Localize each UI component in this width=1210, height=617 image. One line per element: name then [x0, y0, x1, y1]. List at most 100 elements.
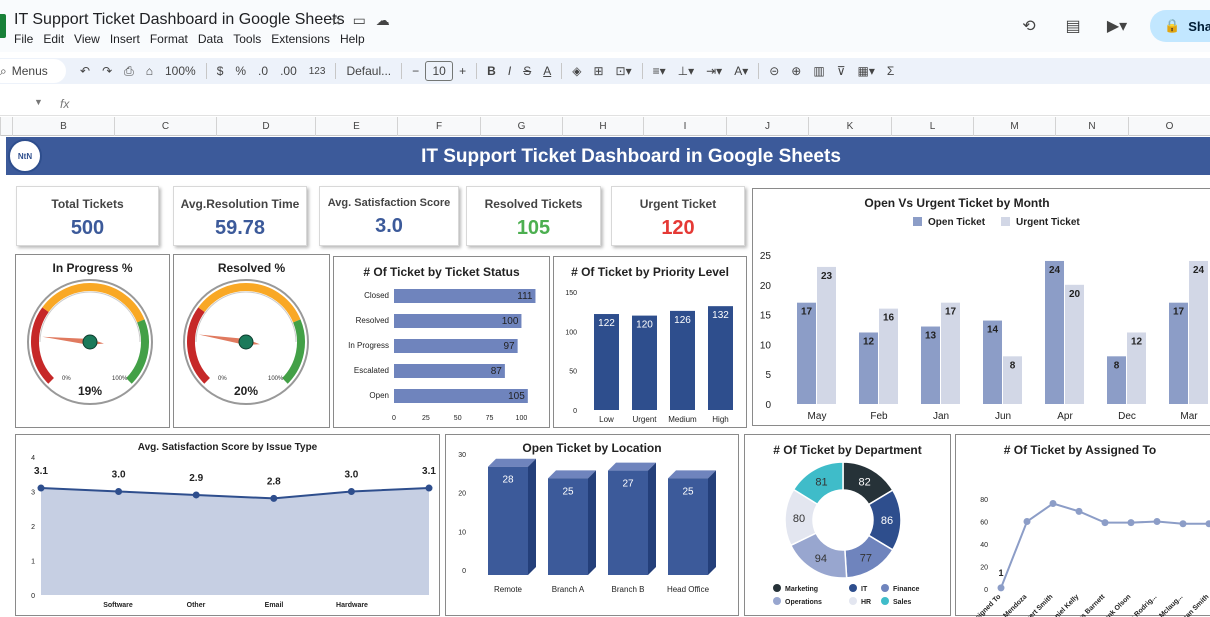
kpi-resolved-tickets[interactable]: Resolved Tickets 105: [466, 186, 601, 246]
bar-category-label: Low: [599, 415, 614, 424]
bar-category-label: Branch A: [552, 585, 585, 594]
column-header-k[interactable]: K: [808, 117, 891, 136]
meet-video-icon[interactable]: ▶▾: [1106, 15, 1128, 37]
column-header-m[interactable]: M: [973, 117, 1055, 136]
data-label: 2.8: [267, 476, 281, 487]
bar-value-label: 25: [562, 486, 574, 497]
currency-format-button[interactable]: $: [211, 64, 230, 78]
column-header-h[interactable]: H: [562, 117, 643, 136]
share-button[interactable]: 🔒 Sha: [1150, 10, 1210, 42]
more-formats-button[interactable]: 123: [303, 66, 332, 77]
axis-category-label: May: [808, 411, 827, 422]
bar-value-label: 12: [1131, 336, 1143, 347]
filter-views-icon[interactable]: ▦▾: [851, 64, 880, 78]
column-header-o[interactable]: O: [1128, 117, 1210, 136]
merge-cells-icon[interactable]: ⊡▾: [610, 64, 638, 78]
bar-top: [608, 463, 656, 471]
insert-comment-icon[interactable]: ⊕: [785, 64, 807, 78]
text-rotation-icon[interactable]: A▾: [728, 64, 754, 78]
increase-font-size-icon[interactable]: +: [453, 64, 472, 78]
decrease-font-size-icon[interactable]: −: [406, 64, 425, 78]
column-header-d[interactable]: D: [216, 117, 315, 136]
sheets-logo-icon[interactable]: [0, 14, 6, 38]
column-header-n[interactable]: N: [1055, 117, 1128, 136]
menus-search[interactable]: ⌕ Menus: [0, 59, 66, 83]
menu-edit[interactable]: Edit: [43, 32, 64, 46]
move-folder-icon[interactable]: ▭: [353, 12, 366, 29]
column-header-g[interactable]: G: [480, 117, 562, 136]
insert-chart-icon[interactable]: ▥: [807, 64, 830, 78]
legend-label: Marketing: [785, 586, 818, 593]
chart-title: In Progress %: [16, 261, 169, 275]
sheet-grid[interactable]: NtN IT Support Ticket Dashboard in Googl…: [0, 136, 1210, 616]
menu-file[interactable]: File: [14, 32, 33, 46]
legend-label: IT: [861, 586, 868, 593]
menu-insert[interactable]: Insert: [110, 32, 140, 46]
column-header-e[interactable]: E: [315, 117, 397, 136]
star-icon[interactable]: ☆: [330, 12, 343, 29]
kpi-avg-satisfaction-score[interactable]: Avg. Satisfaction Score 3.0: [319, 186, 459, 246]
text-color-icon[interactable]: A: [537, 64, 557, 78]
title-bar: IT Support Ticket Dashboard in Google Sh…: [0, 0, 1210, 52]
column-header-l[interactable]: L: [891, 117, 973, 136]
column-headers: BCDEFGHIJKLMNO: [0, 117, 1210, 136]
cloud-status-icon[interactable]: ☁: [376, 12, 390, 29]
name-box-dropdown-icon[interactable]: ▼: [34, 97, 43, 107]
slice-value-label: 82: [859, 477, 871, 489]
increase-decimal-button[interactable]: .00: [274, 64, 303, 78]
column-header-i[interactable]: I: [643, 117, 726, 136]
italic-button[interactable]: I: [502, 64, 517, 78]
bold-button[interactable]: B: [481, 64, 502, 78]
chart-in-progress-gauge[interactable]: In Progress % 0%100%19%: [15, 254, 170, 428]
select-all-corner[interactable]: [0, 117, 12, 136]
document-title[interactable]: IT Support Ticket Dashboard in Google Sh…: [14, 11, 345, 29]
chart-ticket-status[interactable]: # Of Ticket by Ticket Status Closed111Re…: [333, 256, 550, 428]
functions-button[interactable]: Σ: [881, 64, 900, 78]
bar-category-label: Branch B: [612, 585, 645, 594]
comments-icon[interactable]: ▤: [1062, 15, 1084, 37]
fill-color-icon[interactable]: ◈: [566, 64, 587, 78]
version-history-icon[interactable]: ⟲: [1018, 15, 1040, 37]
chart-by-department[interactable]: # Of Ticket by Department 828677948081Ma…: [744, 434, 951, 616]
zoom-select[interactable]: 100%: [159, 64, 202, 78]
paint-format-icon[interactable]: ⌂: [140, 64, 159, 78]
menu-extensions[interactable]: Extensions: [271, 32, 330, 46]
column-header-c[interactable]: C: [114, 117, 216, 136]
menu-format[interactable]: Format: [150, 32, 188, 46]
kpi-urgent-ticket[interactable]: Urgent Ticket 120: [611, 186, 745, 246]
vertical-align-icon[interactable]: ⊥▾: [672, 64, 700, 78]
insert-link-icon[interactable]: ⊝: [763, 64, 785, 78]
kpi-avg-resolution-time[interactable]: Avg.Resolution Time 59.78: [173, 186, 307, 246]
chart-title: Resolved %: [174, 261, 329, 275]
data-point: [270, 495, 277, 502]
font-size-input[interactable]: 10: [425, 61, 453, 81]
horizontal-align-icon[interactable]: ≡▾: [647, 64, 672, 78]
column-header-b[interactable]: B: [12, 117, 114, 136]
filter-icon[interactable]: ⊽: [831, 64, 852, 78]
slice-value-label: 77: [860, 553, 872, 565]
menu-view[interactable]: View: [74, 32, 100, 46]
undo-icon[interactable]: ↶: [74, 64, 96, 78]
kpi-value: 59.78: [174, 217, 306, 240]
percent-format-button[interactable]: %: [229, 64, 252, 78]
borders-icon[interactable]: ⊞: [587, 64, 609, 78]
menu-help[interactable]: Help: [340, 32, 365, 46]
kpi-total-tickets[interactable]: Total Tickets 500: [16, 186, 159, 246]
font-select[interactable]: Defaul...: [340, 64, 397, 78]
strikethrough-icon[interactable]: S: [517, 64, 537, 78]
chart-priority-level[interactable]: # Of Ticket by Priority Level 0501001501…: [553, 256, 747, 428]
print-icon[interactable]: ⎙: [118, 64, 140, 79]
chart-open-vs-urgent[interactable]: Open Vs Urgent Ticket by Month Open Tick…: [752, 188, 1210, 426]
chart-by-assigned-to[interactable]: # Of Ticket by Assigned To 0204060801Ass…: [955, 434, 1210, 616]
menu-data[interactable]: Data: [198, 32, 223, 46]
chart-open-by-location[interactable]: Open Ticket by Location 010203028Remote2…: [445, 434, 739, 616]
column-header-j[interactable]: J: [726, 117, 808, 136]
redo-icon[interactable]: ↷: [96, 64, 118, 78]
column-header-f[interactable]: F: [397, 117, 480, 136]
chart-resolved-gauge[interactable]: Resolved % 0%100%20%: [173, 254, 330, 428]
decrease-decimal-button[interactable]: .0: [252, 64, 274, 78]
text-wrap-icon[interactable]: ⇥▾: [700, 64, 728, 78]
menu-tools[interactable]: Tools: [233, 32, 261, 46]
bar: [797, 303, 816, 404]
chart-satisfaction-by-issue[interactable]: Avg. Satisfaction Score by Issue Type 01…: [15, 434, 440, 616]
